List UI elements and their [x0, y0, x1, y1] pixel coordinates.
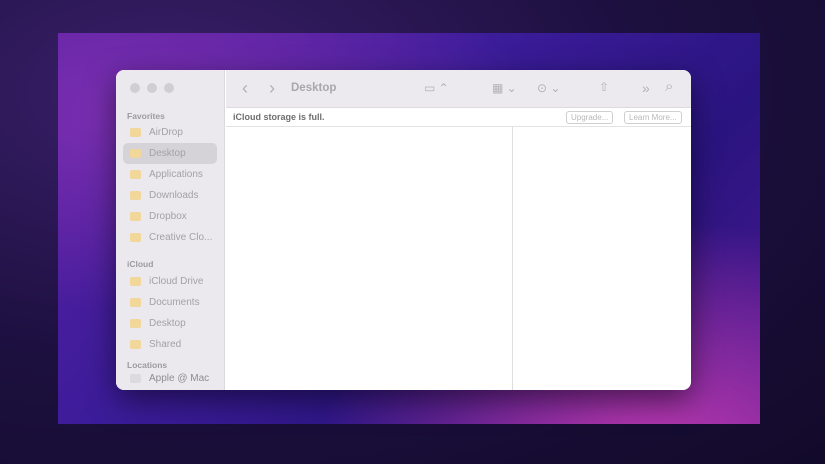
window-title: Desktop [291, 82, 337, 94]
sidebar-item-label: Creative Clo... [149, 232, 213, 243]
sidebar-item-applications[interactable]: Applications [123, 164, 217, 185]
sidebar-item-icloud-drive[interactable]: iCloud Drive [123, 271, 217, 292]
shared-folder-icon [130, 340, 141, 349]
airdrop-icon [130, 128, 141, 137]
desktop-icon [130, 149, 141, 158]
banner-message: iCloud storage is full. [233, 112, 325, 122]
close-button[interactable] [130, 83, 140, 93]
upgrade-button[interactable]: Upgrade... [566, 111, 614, 124]
sidebar-item-label: Shared [149, 339, 182, 350]
sidebar-item-label: Apple @ Mac [149, 372, 210, 384]
sidebar-item-label: Documents [149, 297, 200, 308]
cloud-icon [130, 277, 141, 286]
group-button[interactable]: ▦ ⌄ [492, 81, 517, 95]
section-icloud: iCloud [127, 259, 154, 269]
sidebar-item-downloads[interactable]: Downloads [123, 185, 217, 206]
sidebar-item-shared[interactable]: Shared [123, 334, 217, 355]
column-divider[interactable] [512, 127, 513, 390]
sidebar-item-airdrop[interactable]: AirDrop [123, 122, 217, 143]
dropbox-icon [130, 212, 141, 221]
sidebar-item-label: iCloud Drive [149, 276, 204, 287]
sidebar-item-label: Applications [149, 169, 203, 180]
learn-more-button[interactable]: Learn More... [624, 111, 682, 124]
sidebar-item-icloud-desktop[interactable]: Desktop [123, 313, 217, 334]
back-button[interactable]: ‹ [242, 78, 248, 99]
icloud-storage-banner: iCloud storage is full. Upgrade... Learn… [226, 109, 691, 127]
section-locations: Locations [127, 360, 168, 370]
toolbar: ‹ › Desktop ▭ ⌃ ▦ ⌄ ⊙ ⌄ ⇧ » ⌕ [226, 70, 691, 108]
section-favorites: Favorites [127, 111, 165, 121]
share-button[interactable]: ⇧ [599, 80, 609, 94]
sidebar-item-documents[interactable]: Documents [123, 292, 217, 313]
zoom-button[interactable] [164, 83, 174, 93]
sidebar-item-label: Desktop [149, 148, 186, 159]
search-button[interactable]: ⌕ [665, 78, 673, 95]
applications-icon [130, 170, 141, 179]
sidebar-item-label: Downloads [149, 190, 199, 201]
sidebar-item-label: Dropbox [149, 211, 187, 222]
finder-window: Favorites AirDrop Desktop Applications D… [116, 70, 691, 390]
document-icon [130, 298, 141, 307]
computer-icon [130, 373, 141, 383]
sidebar-item-desktop[interactable]: Desktop [123, 143, 217, 164]
view-toggle-button[interactable]: ▭ ⌃ [424, 81, 449, 95]
downloads-icon [130, 191, 141, 200]
creative-cloud-icon [130, 233, 141, 242]
minimize-button[interactable] [147, 83, 157, 93]
sidebar: Favorites AirDrop Desktop Applications D… [116, 70, 225, 390]
action-menu-button[interactable]: ⊙ ⌄ [537, 81, 560, 95]
window-controls [130, 83, 174, 93]
sidebar-item-label: AirDrop [149, 127, 183, 138]
sidebar-item-label: Desktop [149, 318, 186, 329]
forward-button[interactable]: › [269, 78, 275, 99]
sidebar-item-dropbox[interactable]: Dropbox [123, 206, 217, 227]
sidebar-item-creative-cloud[interactable]: Creative Clo... [123, 227, 217, 248]
desktop-icon [130, 319, 141, 328]
sidebar-item-mac[interactable]: Apple @ Mac [123, 370, 217, 386]
overflow-button[interactable]: » [642, 80, 650, 96]
